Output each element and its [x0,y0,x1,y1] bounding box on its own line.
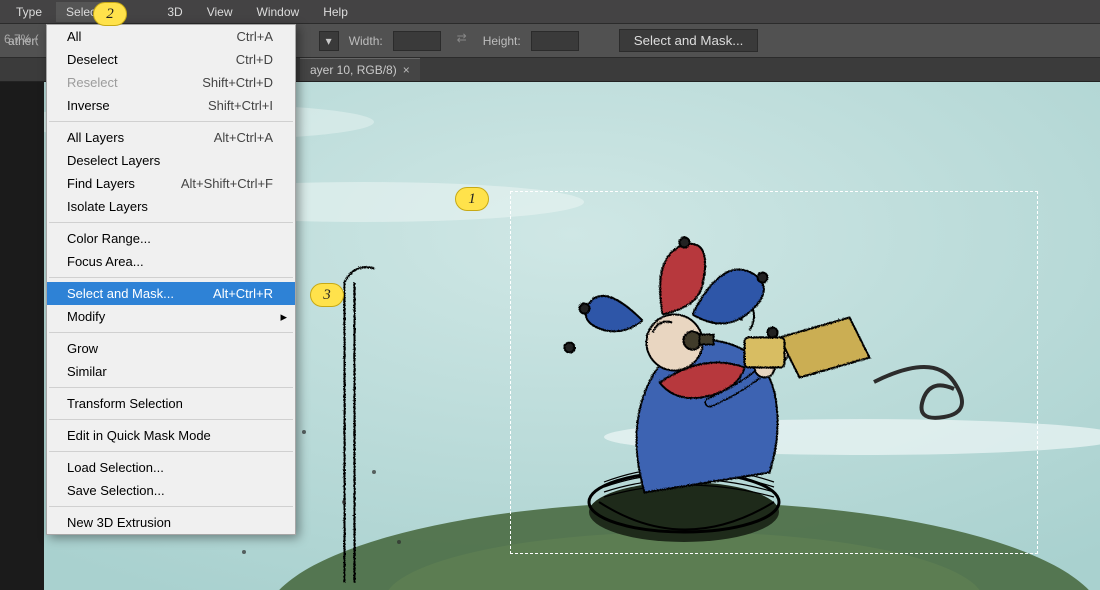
menu-item-label: Grow [67,341,98,356]
menu-item-label: All Layers [67,130,124,145]
document-tab-title: ayer 10, RGB/8) [310,63,397,77]
height-input[interactable] [531,31,579,51]
menu-item-label: Select and Mask... [67,286,174,301]
menu-item-label: Isolate Layers [67,199,148,214]
menu-item-label: All [67,29,81,44]
menu-item-label: Modify [67,309,105,324]
menu-item-label: Transform Selection [67,396,183,411]
menu-item-select-and-mask[interactable]: Select and Mask... Alt+Ctrl+R [47,282,295,305]
menu-item-label: Similar [67,364,107,379]
menu-item-edit-in-quick-mask-mode[interactable]: Edit in Quick Mask Mode [47,424,295,447]
selection-marquee[interactable] [510,191,1038,554]
menu-item-focus-area[interactable]: Focus Area... [47,250,295,273]
menu-item-shortcut: Ctrl+A [237,29,273,44]
menu-item-all[interactable]: All Ctrl+A [47,25,295,48]
menu-separator [49,451,293,452]
menu-item-all-layers[interactable]: All Layers Alt+Ctrl+A [47,126,295,149]
menu-item-reselect: Reselect Shift+Ctrl+D [47,71,295,94]
menu-item-deselect[interactable]: Deselect Ctrl+D [47,48,295,71]
annotation-2: 2 [93,2,127,26]
menu-separator [49,419,293,420]
document-tab[interactable]: ayer 10, RGB/8) × [300,58,420,81]
menu-item-label: Edit in Quick Mask Mode [67,428,211,443]
menu-item-shortcut: Alt+Ctrl+R [213,286,273,301]
menu-item-save-selection[interactable]: Save Selection... [47,479,295,502]
menu-item-label: Reselect [67,75,118,90]
height-label: Height: [483,34,521,48]
menu-item-color-range[interactable]: Color Range... [47,227,295,250]
width-input[interactable] [393,31,441,51]
menu-item-shortcut: Alt+Shift+Ctrl+F [181,176,273,191]
menu-item-label: Load Selection... [67,460,164,475]
close-icon[interactable]: × [403,63,410,77]
submenu-arrow-icon: ▸ [280,309,287,325]
menu-item-modify[interactable]: Modify ▸ [47,305,295,328]
menu-item-find-layers[interactable]: Find Layers Alt+Shift+Ctrl+F [47,172,295,195]
menu-type[interactable]: Type [6,2,52,22]
menu-separator [49,387,293,388]
menu-item-grow[interactable]: Grow [47,337,295,360]
menu-item-label: Save Selection... [67,483,165,498]
menu-item-isolate-layers[interactable]: Isolate Layers [47,195,295,218]
menu-window[interactable]: Window [247,2,310,22]
menu-item-similar[interactable]: Similar [47,360,295,383]
menu-separator [49,222,293,223]
menu-item-label: Color Range... [67,231,151,246]
menu-item-shortcut: Alt+Ctrl+A [214,130,273,145]
menu-item-load-selection[interactable]: Load Selection... [47,456,295,479]
menubar: Type Select 3D View Window Help [0,0,1100,24]
annotation-1: 1 [455,187,489,211]
menu-item-shortcut: Shift+Ctrl+D [202,75,273,90]
menu-separator [49,506,293,507]
swap-dimensions-icon[interactable]: ⇄ [451,31,473,51]
select-menu-dropdown: All Ctrl+A Deselect Ctrl+D Reselect Shift+Ctr… [46,24,296,535]
menu-item-deselect-layers[interactable]: Deselect Layers [47,149,295,172]
menu-item-inverse[interactable]: Inverse Shift+Ctrl+I [47,94,295,117]
menu-item-label: Deselect Layers [67,153,160,168]
menu-help[interactable]: Help [313,2,358,22]
menu-item-transform-selection[interactable]: Transform Selection [47,392,295,415]
menu-item-shortcut: Shift+Ctrl+I [208,98,273,113]
width-label: Width: [349,34,383,48]
menu-separator [49,277,293,278]
menu-item-label: Find Layers [67,176,135,191]
menu-separator [49,332,293,333]
menu-item-shortcut: Ctrl+D [236,52,273,67]
menu-view[interactable]: View [197,2,243,22]
menu-3d[interactable]: 3D [157,2,192,22]
select-and-mask-button[interactable]: Select and Mask... [619,29,759,52]
menu-item-label: Deselect [67,52,118,67]
menu-item-new-3d-extrusion[interactable]: New 3D Extrusion [47,511,295,534]
menu-item-label: Inverse [67,98,110,113]
annotation-3: 3 [310,283,344,307]
zoom-readout: 6,7% ( [0,30,43,48]
menu-separator [49,121,293,122]
style-dropdown[interactable]: ▾ [319,31,339,51]
menu-item-label: Focus Area... [67,254,144,269]
menu-item-label: New 3D Extrusion [67,515,171,530]
